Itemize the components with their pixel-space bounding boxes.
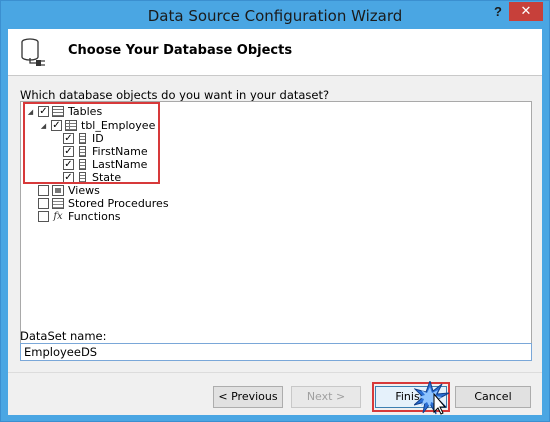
wizard-header: Choose Your Database Objects bbox=[8, 29, 542, 76]
tables-highlight-box bbox=[23, 102, 160, 184]
close-button[interactable]: ✕ bbox=[509, 2, 543, 21]
window-title: Data Source Configuration Wizard bbox=[147, 7, 403, 25]
dataset-name-input[interactable] bbox=[20, 343, 532, 361]
wizard-body: Choose Your Database Objects Which datab… bbox=[8, 29, 542, 415]
title-bar: Data Source Configuration Wizard ? ✕ bbox=[1, 1, 549, 28]
views-checkbox[interactable] bbox=[38, 185, 49, 196]
dataset-name-label: DataSet name: bbox=[20, 329, 107, 343]
stored-procedures-icon bbox=[52, 198, 64, 209]
tree-node-functions[interactable]: fx Functions bbox=[38, 210, 121, 223]
stored-procedures-checkbox[interactable] bbox=[38, 198, 49, 209]
page-title: Choose Your Database Objects bbox=[68, 43, 293, 58]
functions-icon: fx bbox=[53, 211, 63, 222]
cancel-button[interactable]: Cancel bbox=[455, 386, 531, 408]
previous-button[interactable]: < Previous bbox=[213, 386, 283, 408]
wizard-window: Data Source Configuration Wizard ? ✕ Cho… bbox=[0, 0, 550, 422]
views-icon bbox=[52, 185, 64, 196]
database-objects-tree[interactable]: ◢ Tables ◢ tbl_Employee ID First bbox=[20, 101, 532, 350]
tree-node-views[interactable]: Views bbox=[38, 184, 100, 197]
next-button[interactable]: Next > bbox=[291, 386, 361, 408]
database-plug-icon bbox=[21, 38, 45, 66]
functions-label: Functions bbox=[68, 210, 121, 223]
footer-divider bbox=[8, 372, 542, 373]
click-burst-icon bbox=[414, 381, 450, 415]
views-label: Views bbox=[68, 184, 100, 197]
stored-procedures-label: Stored Procedures bbox=[68, 197, 169, 210]
functions-checkbox[interactable] bbox=[38, 211, 49, 222]
help-button[interactable]: ? bbox=[491, 4, 505, 22]
tree-node-stored-procedures[interactable]: Stored Procedures bbox=[38, 197, 169, 210]
objects-prompt: Which database objects do you want in yo… bbox=[20, 88, 330, 102]
